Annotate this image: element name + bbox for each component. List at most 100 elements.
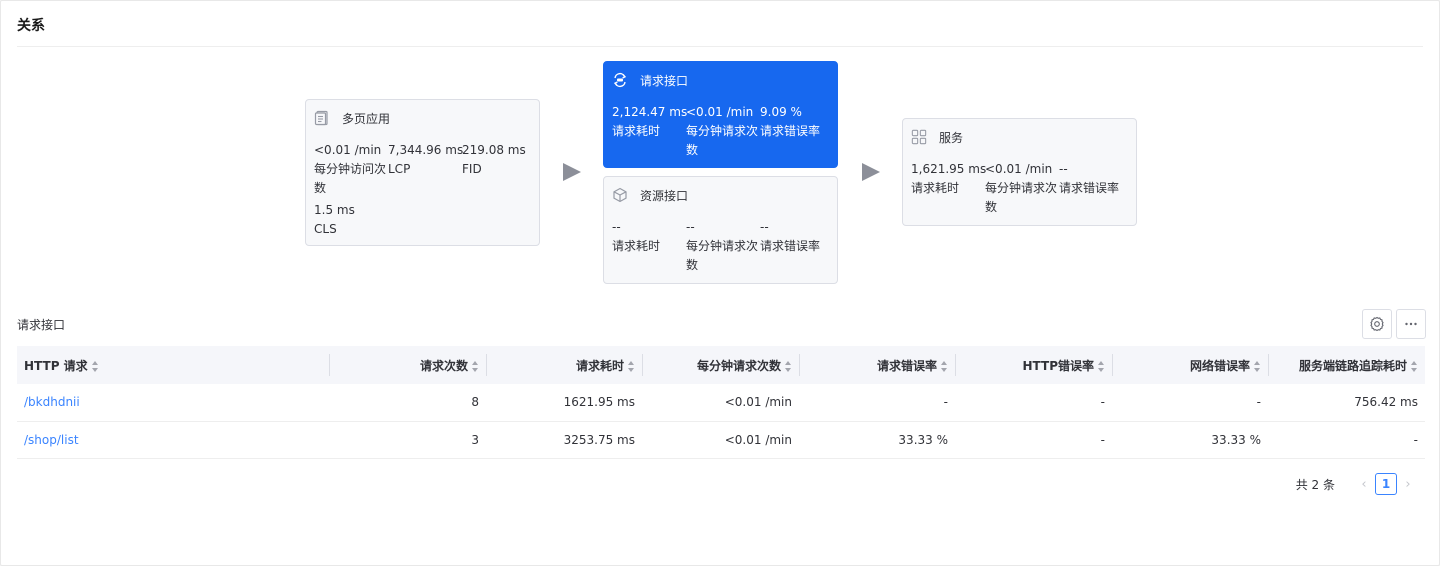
- table-cell: -: [1112, 384, 1268, 422]
- metric-label: CLS: [314, 222, 337, 236]
- column-separator: [642, 354, 643, 376]
- metric-label: 请求耗时: [911, 181, 960, 195]
- table-cell: 33.33 %: [799, 421, 955, 459]
- chevron-right-icon[interactable]: ›: [1401, 477, 1415, 492]
- column-separator: [329, 354, 330, 376]
- metric-error-rate: 9.09 % 请求错误率: [760, 102, 834, 160]
- column-separator: [799, 354, 800, 376]
- metric-lcp: 7,344.96 ms LCP: [388, 140, 464, 198]
- column-header-label: 每分钟请求次数: [696, 358, 781, 373]
- metric-cls: 1.5 ms CLS: [314, 200, 388, 239]
- column-header-label: 网络错误率: [1189, 358, 1250, 373]
- column-header-label: 请求次数: [419, 358, 468, 373]
- metric-label: 请求错误率: [1059, 181, 1120, 195]
- http-request-link[interactable]: /bkdhdnii: [24, 395, 80, 409]
- column-header-label: HTTP 请求: [24, 358, 88, 373]
- metric-value: 1,621.95 ms: [911, 162, 987, 176]
- sort-icon[interactable]: [941, 360, 948, 372]
- settings-gear-icon: [1370, 316, 1384, 332]
- sort-icon[interactable]: [472, 360, 479, 372]
- metric-error-rate: -- 请求错误率: [1059, 159, 1133, 217]
- card-resource-api[interactable]: 资源接口 -- 请求耗时 -- 每分钟请求次数 -- 请求错误率: [603, 176, 838, 284]
- request-api-table: HTTP 请求 请求次数 请求耗时 每分钟请求次数 请求错误率 HTTP错误率 …: [17, 346, 1425, 459]
- card-app[interactable]: 多页应用 <0.01 /min 每分钟访问次数 7,344.96 ms LCP 21…: [305, 99, 540, 246]
- metric-fid: 219.08 ms FID: [462, 140, 536, 198]
- column-header-error-rate[interactable]: 请求错误率: [799, 346, 955, 384]
- pagination-total: 共 2 条: [1295, 477, 1335, 492]
- column-header-request-count[interactable]: 请求次数: [329, 346, 486, 384]
- sort-icon[interactable]: [91, 360, 99, 372]
- metric-value: --: [612, 220, 621, 234]
- metric-visits: <0.01 /min 每分钟访问次数: [314, 140, 388, 198]
- sort-icon[interactable]: [1254, 360, 1261, 372]
- column-header-label: 请求耗时: [575, 358, 624, 373]
- metric-label: 请求耗时: [612, 124, 661, 138]
- column-header-label: 服务端链路追踪耗时: [1298, 358, 1407, 373]
- metric-duration: 1,621.95 ms 请求耗时: [911, 159, 987, 217]
- sort-icon[interactable]: [1098, 360, 1105, 372]
- column-header-http-request[interactable]: HTTP 请求: [17, 346, 329, 384]
- divider: [17, 46, 1423, 47]
- table-cell: <0.01 /min: [642, 384, 799, 422]
- metric-error-rate: -- 请求错误率: [760, 217, 834, 275]
- card-resource-header: 资源接口: [612, 177, 829, 213]
- card-title: 请求接口: [640, 73, 689, 88]
- flow-arrow-icon: [862, 163, 880, 181]
- document-icon: [314, 110, 330, 126]
- table-cell: 8: [329, 384, 486, 422]
- table-settings-button[interactable]: [1362, 309, 1392, 339]
- column-separator: [1112, 354, 1113, 376]
- metric-rpm: -- 每分钟请求次数: [686, 217, 760, 275]
- metric-value: --: [1059, 162, 1068, 176]
- sort-icon[interactable]: [1411, 360, 1418, 372]
- column-header-http-error-rate[interactable]: HTTP错误率: [955, 346, 1112, 384]
- table-row[interactable]: /shop/list 3 3253.75 ms <0.01 /min 33.33…: [17, 421, 1425, 459]
- table-cell: -: [955, 384, 1112, 422]
- chevron-left-icon[interactable]: ‹: [1357, 477, 1371, 492]
- column-header-rpm[interactable]: 每分钟请求次数: [642, 346, 799, 384]
- cube-icon: [612, 187, 628, 203]
- card-service[interactable]: 服务 1,621.95 ms 请求耗时 <0.01 /min 每分钟请求次数 -- 请…: [902, 118, 1137, 226]
- table-cell: 3253.75 ms: [486, 421, 642, 459]
- card-service-header: 服务: [911, 119, 1128, 155]
- metric-label: 每分钟访问次数: [314, 162, 387, 195]
- table-cell: 1621.95 ms: [486, 384, 642, 422]
- sort-icon[interactable]: [785, 360, 792, 372]
- column-header-network-error-rate[interactable]: 网络错误率: [1112, 346, 1268, 384]
- metric-duration: -- 请求耗时: [612, 217, 686, 275]
- metric-rpm: <0.01 /min 每分钟请求次数: [686, 102, 760, 160]
- card-app-header: 多页应用: [314, 100, 531, 136]
- card-request-api[interactable]: 请求接口 2,124.47 ms 请求耗时 <0.01 /min 每分钟请求次数 9…: [603, 61, 838, 168]
- table-cell: -: [799, 384, 955, 422]
- column-header-label: 请求错误率: [876, 358, 937, 373]
- table-cell: 756.42 ms: [1268, 384, 1425, 422]
- metric-label: LCP: [388, 162, 411, 176]
- table-more-button[interactable]: [1396, 309, 1426, 339]
- metric-label: 请求耗时: [612, 239, 661, 253]
- metric-value: 7,344.96 ms: [388, 143, 464, 157]
- metric-label: 请求错误率: [760, 124, 821, 138]
- column-separator: [1268, 354, 1269, 376]
- metric-value: --: [760, 220, 769, 234]
- table-cell: <0.01 /min: [642, 421, 799, 459]
- column-separator: [486, 354, 487, 376]
- column-header-request-duration[interactable]: 请求耗时: [486, 346, 642, 384]
- column-header-trace-duration[interactable]: 服务端链路追踪耗时: [1268, 346, 1425, 384]
- metric-value: 2,124.47 ms: [612, 105, 688, 119]
- table-cell: -: [1268, 421, 1425, 459]
- metric-label: 每分钟请求次数: [985, 181, 1058, 214]
- grid-icon: [911, 129, 927, 145]
- relation-panel: 关系 多页应用 <0.01 /min 每分钟访问次数 7,344.96 ms LCP…: [0, 0, 1440, 566]
- metrics: 1,621.95 ms 请求耗时 <0.01 /min 每分钟请求次数 -- 请求错误…: [911, 159, 1133, 219]
- pagination: 共 2 条 ‹ 1 ›: [1296, 473, 1419, 495]
- metric-value: <0.01 /min: [314, 143, 382, 157]
- http-request-link[interactable]: /shop/list: [24, 433, 79, 447]
- sort-icon[interactable]: [628, 360, 635, 372]
- pagination-page-1[interactable]: 1: [1375, 473, 1397, 495]
- table-cell: -: [955, 421, 1112, 459]
- table-row[interactable]: /bkdhdnii 8 1621.95 ms <0.01 /min - - - …: [17, 384, 1425, 422]
- metric-value: <0.01 /min: [686, 105, 754, 119]
- metric-value: 9.09 %: [760, 105, 802, 119]
- metrics: 2,124.47 ms 请求耗时 <0.01 /min 每分钟请求次数 9.09 %…: [612, 102, 834, 162]
- metric-rpm: <0.01 /min 每分钟请求次数: [985, 159, 1059, 217]
